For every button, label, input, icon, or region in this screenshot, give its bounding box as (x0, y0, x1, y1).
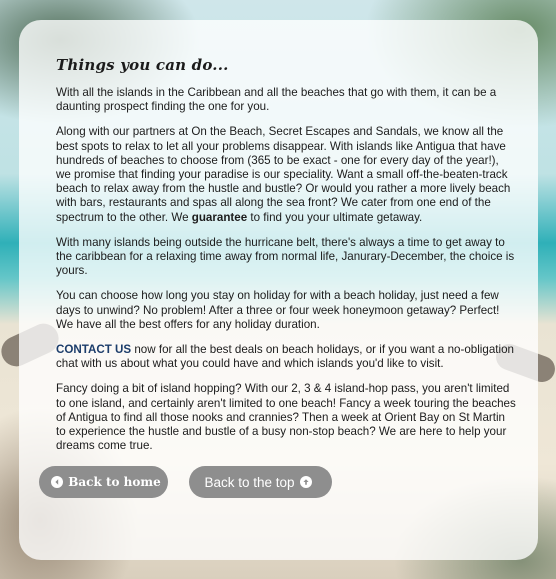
guarantee-emphasis: guarantee (191, 210, 248, 224)
paragraph-intro: With all the islands in the Caribbean an… (56, 86, 497, 114)
paragraph-partners-text-b: to find you your ultimate getaway. (247, 210, 423, 224)
paragraph-hurricane: With many islands being outside the hurr… (56, 235, 515, 278)
paragraph-duration: You can choose how long you stay on holi… (56, 289, 500, 331)
paragraph-partners: Along with our partners at On the Beach,… (56, 125, 516, 224)
button-row: Back to home Back to the top (39, 466, 332, 498)
paragraph-partners-text-a: Along with our partners at On the Beach,… (56, 125, 511, 224)
back-to-top-button[interactable]: Back to the top (189, 466, 332, 498)
arrow-up-circle-icon (299, 476, 312, 488)
paragraph-contact: CONTACT US now for all the best deals on… (56, 343, 516, 371)
back-to-top-label: Back to the top (204, 474, 295, 490)
back-to-home-button[interactable]: Back to home (39, 466, 168, 498)
contact-us-link[interactable]: CONTACT US (56, 343, 131, 356)
back-to-home-label: Back to home (68, 475, 161, 489)
section-title: Things you can do... (56, 56, 229, 74)
paragraph-island-hopping: Fancy doing a bit of island hopping? Wit… (56, 382, 516, 453)
arrow-left-circle-icon (51, 476, 64, 488)
